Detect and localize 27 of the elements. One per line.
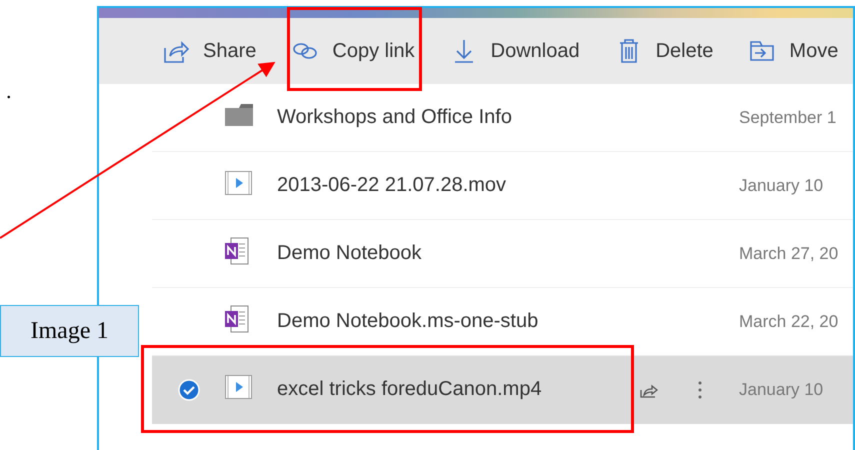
video-file-icon [225, 375, 252, 399]
toolbar-button[interactable]: Delete [616, 38, 714, 64]
file-name: 2013-06-22 21.07.28.mov [277, 174, 508, 197]
onenote-icon [225, 305, 249, 333]
date-text: January 10 [739, 176, 824, 196]
date-text: March 22, 20 [739, 312, 840, 332]
file-row[interactable]: excel tricks foreduCanon.mp4 January 10 [152, 356, 853, 424]
file-name: excel tricks foreduCanon.mp4 [277, 378, 543, 401]
check-icon[interactable] [178, 378, 200, 400]
file-name: Demo Notebook [277, 242, 423, 265]
image-caption: Image 1 [0, 305, 139, 357]
date-text: January 10 [739, 380, 824, 400]
date-text: September 1 [739, 108, 838, 128]
folder-icon [225, 104, 253, 126]
toolbar-button[interactable]: Copy link [292, 38, 415, 64]
move-icon [749, 38, 776, 64]
toolbar-button[interactable]: Download [450, 38, 580, 64]
video-file-icon [225, 171, 252, 195]
date-text: March 27, 20 [739, 244, 840, 264]
toolbar-button[interactable]: Share [163, 38, 256, 64]
period-mark: . [6, 78, 12, 103]
toolbar-button[interactable]: Move [749, 38, 838, 64]
more-icon[interactable] [698, 380, 702, 400]
file-name: Demo Notebook.ms-one-stub [277, 310, 540, 333]
share-icon [163, 38, 189, 64]
onenote-icon [225, 237, 249, 265]
file-name: Workshops and Office Info [277, 106, 513, 129]
